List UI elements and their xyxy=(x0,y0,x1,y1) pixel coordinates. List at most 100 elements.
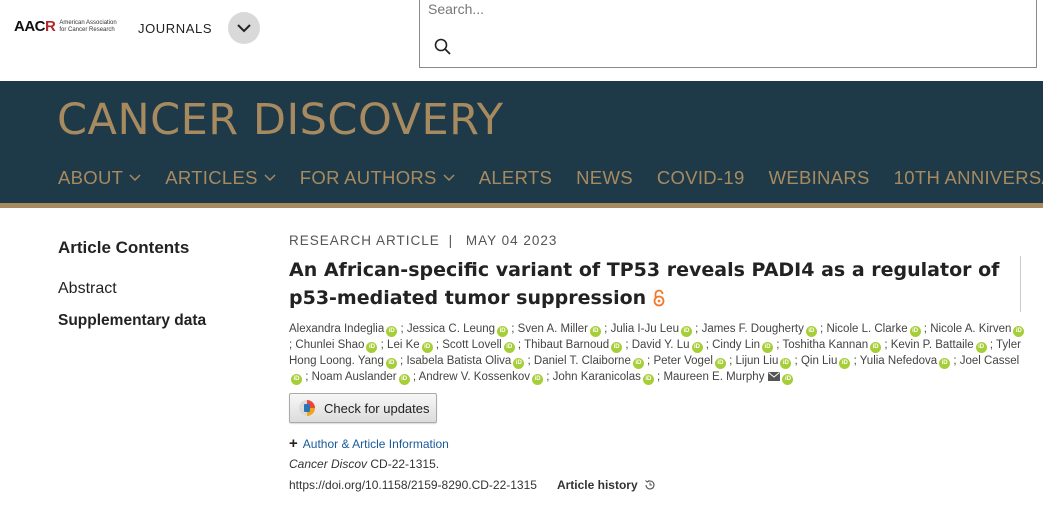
citation-journal: Cancer Discov xyxy=(289,457,368,471)
orcid-icon[interactable]: iD xyxy=(805,326,817,337)
orcid-icon[interactable]: iD xyxy=(1013,326,1025,337)
author-name[interactable]: John Karanicolas xyxy=(553,371,641,383)
journal-title[interactable]: CANCER DISCOVERY xyxy=(57,95,504,145)
orcid-icon[interactable]: iD xyxy=(691,342,703,353)
sidebar-heading: Article Contents xyxy=(58,238,190,257)
author-name[interactable]: David Y. Lu xyxy=(632,339,690,351)
nav-item-alerts[interactable]: ALERTS xyxy=(479,167,552,189)
nav-label: NEWS xyxy=(576,167,633,188)
journals-label[interactable]: JOURNALS xyxy=(138,21,212,36)
author-name[interactable]: Thibaut Barnoud xyxy=(524,339,609,351)
orcid-icon[interactable]: iD xyxy=(611,342,623,353)
author-name[interactable]: Julia I-Ju Leu xyxy=(611,323,679,335)
orcid-icon[interactable]: iD xyxy=(975,342,987,353)
chevron-down-icon xyxy=(129,174,141,182)
nav-item-for-authors[interactable]: FOR AUTHORS xyxy=(300,167,455,189)
author-separator: ; xyxy=(524,355,534,367)
orcid-icon[interactable]: iD xyxy=(714,358,726,369)
author-name[interactable]: Chunlei Shao xyxy=(295,339,364,351)
check-for-updates-button[interactable]: Check for updates xyxy=(289,393,437,423)
author-separator: ; xyxy=(791,355,801,367)
orcid-icon[interactable]: iD xyxy=(870,342,882,353)
author-separator: ; xyxy=(702,339,713,351)
author-name[interactable]: Scott Lovell xyxy=(442,339,501,351)
nav-item-webinars[interactable]: WEBINARS xyxy=(769,167,870,189)
author-name[interactable]: Andrew V. Kossenkov xyxy=(419,371,530,383)
search-button[interactable] xyxy=(434,38,454,58)
author-separator: ; xyxy=(950,355,960,367)
author-name[interactable]: Yulia Nefedova xyxy=(860,355,937,367)
orcid-icon[interactable]: iD xyxy=(291,374,302,385)
author-name[interactable]: Sven A. Miller xyxy=(518,323,588,335)
orcid-icon[interactable]: iD xyxy=(513,358,525,369)
nav-item-news[interactable]: NEWS xyxy=(576,167,633,189)
author-name[interactable]: Peter Vogel xyxy=(653,355,712,367)
nav-item-covid-19[interactable]: COVID-19 xyxy=(657,167,745,189)
article-history-label: Article history xyxy=(556,478,638,492)
author-separator: ; xyxy=(920,323,931,335)
author-name[interactable]: Cindy Lin xyxy=(712,339,760,351)
author-name[interactable]: Nicole A. Kirven xyxy=(930,323,1011,335)
logo-mark: AACR xyxy=(14,18,56,35)
journals-dropdown-button[interactable] xyxy=(228,12,260,44)
author-name[interactable]: Noam Auslander xyxy=(312,371,397,383)
orcid-icon[interactable]: iD xyxy=(503,342,515,353)
nav-item-about[interactable]: ABOUT xyxy=(58,167,141,189)
nav-label: FOR AUTHORS xyxy=(299,167,437,188)
author-name[interactable]: Kevin P. Battaile xyxy=(891,339,974,351)
author-article-info-link[interactable]: + Author & Article Information xyxy=(289,435,1029,452)
orcid-icon[interactable]: iD xyxy=(386,326,398,337)
author-name[interactable]: Lijun Liu xyxy=(736,355,779,367)
orcid-icon[interactable]: iD xyxy=(780,358,792,369)
search-input[interactable] xyxy=(428,0,1018,20)
sidebar-item-supplementary-data[interactable]: Supplementary data xyxy=(58,312,258,330)
author-separator: ; xyxy=(725,355,736,367)
orcid-icon[interactable]: iD xyxy=(398,374,410,385)
author-name[interactable]: Lei Ke xyxy=(387,339,420,351)
orcid-icon[interactable]: iD xyxy=(642,374,654,385)
article-type: RESEARCH ARTICLE xyxy=(289,233,440,248)
orcid-icon[interactable]: iD xyxy=(839,358,851,369)
orcid-icon[interactable]: iD xyxy=(497,326,509,337)
nav-item-10th-anniversary[interactable]: 10TH ANNIVERSARY xyxy=(894,167,1043,189)
nav-label: WEBINARS xyxy=(768,167,870,188)
author-separator: ; xyxy=(622,339,632,351)
author-name[interactable]: James F. Dougherty xyxy=(702,323,804,335)
orcid-icon[interactable]: iD xyxy=(532,374,544,385)
orcid-icon[interactable]: iD xyxy=(421,342,433,353)
author-name[interactable]: Joel Cassel xyxy=(960,355,1019,367)
email-icon[interactable] xyxy=(768,372,781,381)
history-icon xyxy=(644,480,655,490)
orcid-icon[interactable]: iD xyxy=(680,326,692,337)
author-name[interactable]: Qin Liu xyxy=(801,355,837,367)
author-name[interactable]: Isabela Batista Oliva xyxy=(406,355,511,367)
sidebar-item-abstract[interactable]: Abstract xyxy=(58,280,258,298)
article-contents-sidebar: Article Contents Abstract Supplementary … xyxy=(58,238,258,330)
aacr-logo[interactable]: AACR American Association for Cancer Res… xyxy=(14,18,121,35)
author-name[interactable]: Jessica C. Leung xyxy=(407,323,495,335)
chevron-down-icon xyxy=(443,174,455,182)
orcid-icon[interactable]: iD xyxy=(589,326,601,337)
orcid-icon[interactable]: iD xyxy=(366,342,378,353)
author-separator: ; xyxy=(653,371,664,383)
doi-link[interactable]: https://doi.org/10.1158/2159-8290.CD-22-… xyxy=(289,478,537,492)
orcid-icon[interactable]: iD xyxy=(782,374,794,385)
nav-item-articles[interactable]: ARTICLES xyxy=(165,167,276,189)
orcid-icon[interactable]: iD xyxy=(909,326,921,337)
orcid-icon[interactable]: iD xyxy=(632,358,644,369)
author-name[interactable]: Alexandra Indeglia xyxy=(289,323,384,335)
article-history-button[interactable]: Article history xyxy=(557,478,656,492)
orcid-icon[interactable]: iD xyxy=(385,358,397,369)
check-updates-icon xyxy=(299,400,315,416)
citation: Cancer Discov CD-22-1315. xyxy=(289,457,1029,471)
author-name[interactable]: Maureen E. Murphy xyxy=(663,371,764,383)
article-meta: RESEARCH ARTICLE | MAY 04 2023 xyxy=(289,233,1029,248)
author-name[interactable]: Nicole L. Clarke xyxy=(826,323,907,335)
author-separator: ; xyxy=(396,355,407,367)
author-separator: ; xyxy=(986,339,997,351)
header-divider xyxy=(0,203,1043,208)
author-name[interactable]: Toshitha Kannan xyxy=(782,339,868,351)
orcid-icon[interactable]: iD xyxy=(762,342,774,353)
orcid-icon[interactable]: iD xyxy=(939,358,951,369)
author-name[interactable]: Daniel T. Claiborne xyxy=(534,355,631,367)
